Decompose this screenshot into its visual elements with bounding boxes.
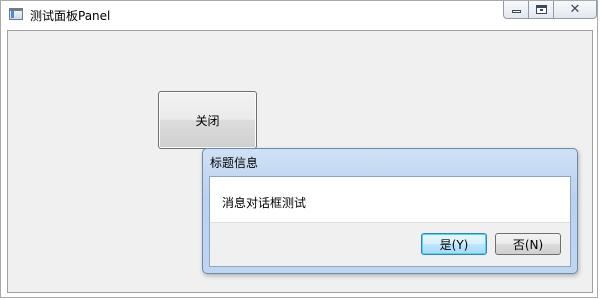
- yes-button[interactable]: 是(Y): [421, 233, 487, 255]
- no-button[interactable]: 否(N): [495, 233, 561, 255]
- window-title: 测试面板Panel: [30, 9, 111, 23]
- panel-close-button[interactable]: 关闭: [158, 91, 257, 149]
- maximize-icon: [536, 5, 547, 14]
- dialog-button-bar: 是(Y) 否(N): [210, 222, 570, 266]
- window-app-icon: [9, 8, 23, 20]
- message-dialog: 标题信息 消息对话框测试 是(Y) 否(N): [202, 148, 578, 274]
- maximize-button[interactable]: [528, 1, 554, 19]
- title-bar[interactable]: 测试面板Panel ✕: [1, 1, 597, 29]
- dialog-body: 消息对话框测试 是(Y) 否(N): [209, 176, 571, 267]
- window-controls: ✕: [503, 1, 597, 21]
- minimize-icon: [512, 10, 521, 13]
- dialog-title: 标题信息: [210, 156, 259, 170]
- minimize-button[interactable]: [503, 1, 529, 19]
- close-icon: ✕: [569, 2, 581, 17]
- window-close-button[interactable]: ✕: [553, 1, 597, 19]
- dialog-message: 消息对话框测试: [222, 196, 307, 210]
